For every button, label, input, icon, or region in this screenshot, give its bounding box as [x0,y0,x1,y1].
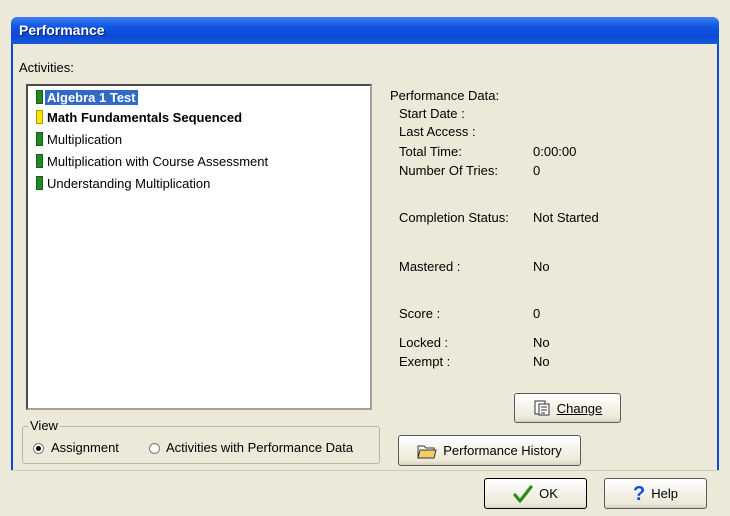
tries-value: 0 [533,163,541,178]
activities-performance-label[interactable]: Activities with Performance Data [166,440,353,455]
question-mark-icon: ? [633,482,646,505]
exempt-value: No [533,354,550,369]
change-icon [534,400,550,416]
score-value: 0 [533,306,541,321]
assignment-label[interactable]: Assignment [51,440,119,455]
locked-label: Locked : [399,335,449,350]
change-button-label: Change [556,400,603,416]
window-title: Performance [19,22,105,38]
folder-icon [417,445,437,458]
total-time-value: 0:00:00 [533,144,577,159]
title-bar[interactable]: Performance [11,17,719,44]
completion-status-label: Completion Status: [399,210,509,225]
performance-data-header: Performance Data: [390,88,500,103]
mastered-value: No [533,259,550,274]
status-marker-icon [36,132,43,146]
help-button-label: Help [651,486,678,501]
last-access-label: Last Access : [399,124,476,139]
status-marker-icon [36,110,43,124]
performance-history-label: Performance History [443,443,562,458]
performance-history-button[interactable]: Performance History [398,435,581,466]
checkmark-icon [513,484,533,503]
completion-status-value: Not Started [533,210,599,225]
help-button[interactable]: ? Help [604,478,707,509]
total-time-label: Total Time: [399,144,462,159]
status-marker-icon [36,154,43,168]
score-label: Score : [399,306,441,321]
activities-performance-radio[interactable] [149,443,160,454]
tries-label: Number Of Tries: [399,163,498,178]
list-item[interactable]: Multiplication with Course Assessment [36,153,270,171]
list-item[interactable]: Multiplication [36,131,124,149]
assignment-radio[interactable] [33,443,44,454]
mastered-label: Mastered : [399,259,461,274]
status-marker-icon [36,176,43,190]
start-date-label: Start Date : [399,106,465,121]
locked-value: No [533,335,550,350]
list-item[interactable]: Understanding Multiplication [36,175,212,193]
view-label: View [28,418,60,433]
status-marker-icon [36,90,43,104]
ok-button[interactable]: OK [484,478,587,509]
activities-label: Activities: [19,60,74,75]
list-item[interactable]: Math Fundamentals Sequenced [36,109,244,127]
activities-listbox[interactable]: Algebra 1 Test Math Fundamentals Sequenc… [26,84,372,410]
change-button[interactable]: Change [514,393,621,423]
exempt-label: Exempt : [399,354,451,369]
list-item[interactable]: Algebra 1 Test [36,89,139,107]
ok-button-label: OK [539,486,558,501]
